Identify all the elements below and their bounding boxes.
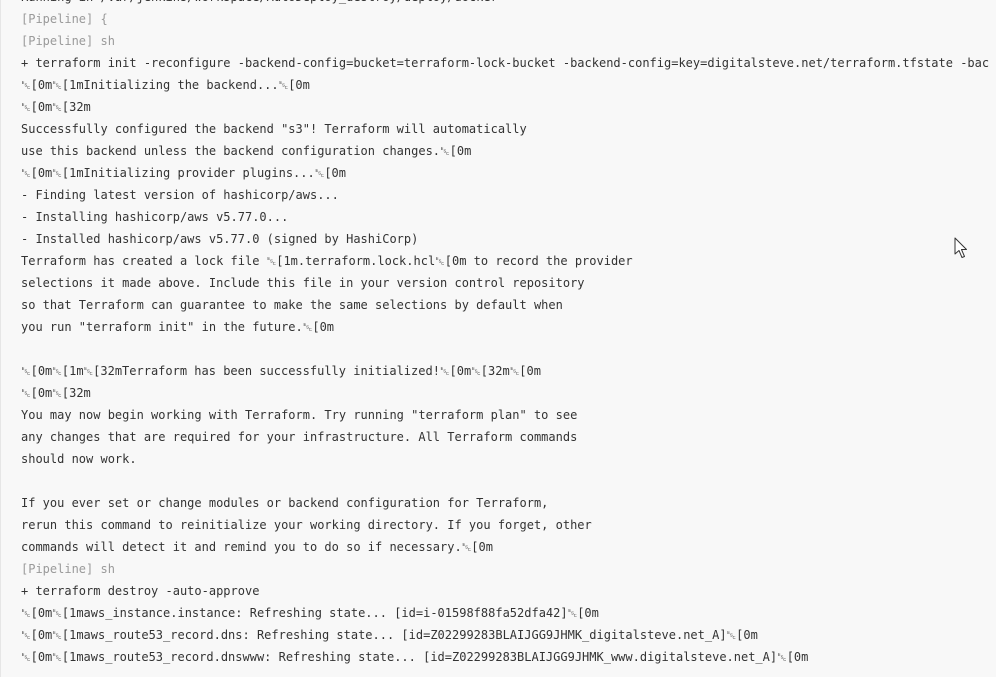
console-log: Running in /var/jenkins/workspace/AutoDe… xyxy=(21,0,989,668)
console-line: so that Terraform can guarantee to make … xyxy=(21,298,563,312)
console-line: Successfully configured the backend "s3"… xyxy=(21,122,527,136)
console-line: ␛[0m␛[1maws_route53_record.dns: Refreshi… xyxy=(21,628,758,642)
console-line: You may now begin working with Terraform… xyxy=(21,408,578,422)
console-line: ␛[0m␛[1mInitializing the backend...␛[0m xyxy=(21,78,310,92)
console-line: ␛[0m␛[1maws_instance.instance: Refreshin… xyxy=(21,606,599,620)
console-line: - Installed hashicorp/aws v5.77.0 (signe… xyxy=(21,232,419,246)
console-line: ␛[0m␛[32m xyxy=(21,100,91,114)
console-line: any changes that are required for your i… xyxy=(21,430,578,444)
console-line: ␛[0m␛[32m xyxy=(21,386,91,400)
console-line: use this backend unless the backend conf… xyxy=(21,144,472,158)
console-line: selections it made above. Include this f… xyxy=(21,276,585,290)
console-output-panel: Running in /var/jenkins/workspace/AutoDe… xyxy=(0,0,996,677)
console-line: rerun this command to reinitialize your … xyxy=(21,518,592,532)
console-line: Terraform has created a lock file ␛[1m.t… xyxy=(21,254,633,268)
mouse-pointer-icon xyxy=(954,237,967,258)
console-line: Running in /var/jenkins/workspace/AutoDe… xyxy=(21,0,989,8)
console-line: ␛[0m␛[1maws_route53_record.dnswww: Refre… xyxy=(21,650,809,664)
console-line: + terraform init -reconfigure -backend-c… xyxy=(21,56,990,70)
console-line: - Finding latest version of hashicorp/aw… xyxy=(21,188,339,202)
console-line: + terraform destroy -auto-approve xyxy=(21,584,260,598)
console-line: - Installing hashicorp/aws v5.77.0... xyxy=(21,210,289,224)
pipeline-step-line: [Pipeline] sh xyxy=(21,34,115,48)
console-line: ␛[0m␛[1m␛[32mTerraform has been successf… xyxy=(21,364,541,378)
console-line: you run "terraform init" in the future.␛… xyxy=(21,320,335,334)
console-line: If you ever set or change modules or bac… xyxy=(21,496,549,510)
pipeline-step-line: [Pipeline] sh xyxy=(21,562,115,576)
console-line: should now work. xyxy=(21,452,137,466)
console-line: ␛[0m␛[1mInitializing provider plugins...… xyxy=(21,166,347,180)
pipeline-step-line: [Pipeline] { xyxy=(21,12,108,26)
console-line: commands will detect it and remind you t… xyxy=(21,540,493,554)
